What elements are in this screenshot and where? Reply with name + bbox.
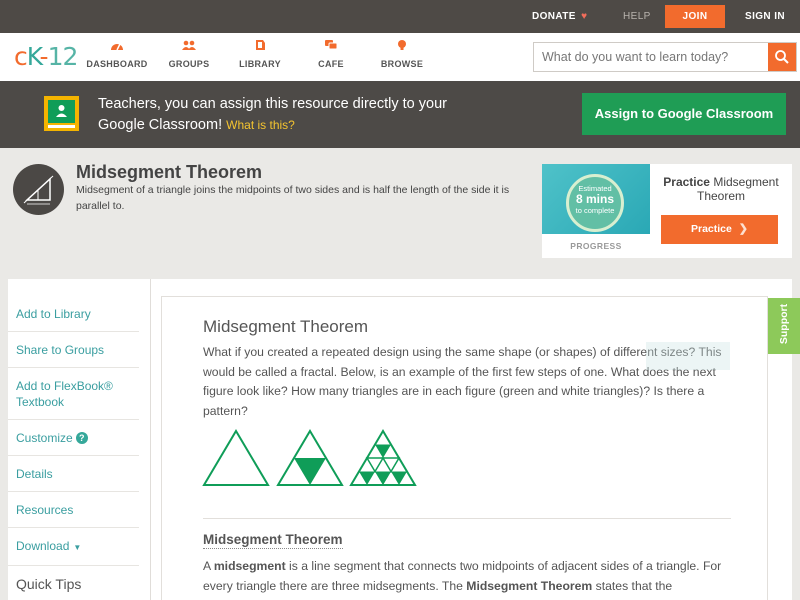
google-classroom-icon	[44, 96, 79, 131]
logo-c: c	[14, 42, 28, 71]
download-label: Download	[16, 539, 70, 553]
main-nav: cK-12 DASHBOARD GROUPS LIBRARY CAFE BROW…	[0, 33, 800, 81]
estimated-time: Estimated 8 mins to complete	[566, 184, 624, 215]
practice-card: Estimated 8 mins to complete PROGRESS Pr…	[542, 164, 792, 258]
sidebar-add-to-flexbook[interactable]: Add to FlexBook® Textbook	[8, 368, 139, 420]
practice-button-label: Practice	[690, 223, 732, 235]
search-input[interactable]	[542, 49, 762, 65]
concept-title: Midsegment Theorem	[76, 162, 263, 182]
section-divider	[203, 518, 731, 519]
search-button[interactable]	[768, 43, 796, 71]
donate-label: DONATE	[532, 11, 576, 22]
sidebar-customize[interactable]: Customize?	[8, 420, 139, 456]
triangle-ruler-icon	[23, 175, 54, 205]
google-classroom-banner: Teachers, you can assign this resource d…	[0, 81, 800, 148]
practice-button[interactable]: Practice ❯	[661, 215, 778, 244]
nav-groups[interactable]: GROUPS	[154, 39, 224, 69]
nav-dashboard[interactable]: DASHBOARD	[82, 39, 152, 69]
fractal-step-3-image	[349, 429, 417, 486]
nav-browse[interactable]: BROWSE	[367, 39, 437, 69]
help-link[interactable]: HELP	[623, 0, 651, 33]
estimated-mins: 8 mins	[575, 192, 614, 206]
fractal-step-1-image	[202, 429, 270, 486]
nav-library-label: LIBRARY	[239, 59, 281, 69]
chat-bubbles-icon	[325, 40, 338, 50]
sidebar: Add to Library Share to Groups Add to Fl…	[8, 296, 139, 592]
join-button[interactable]: JOIN	[665, 5, 725, 28]
ck12-logo[interactable]: cK-12	[14, 42, 79, 71]
help-question-icon[interactable]: ?	[75, 432, 88, 444]
section-title: Midsegment Theorem	[203, 532, 343, 549]
nav-dashboard-label: DASHBOARD	[86, 59, 148, 69]
to-complete-label: to complete	[575, 206, 615, 215]
nav-groups-label: GROUPS	[168, 59, 210, 69]
what-is-this-link[interactable]: What is this?	[226, 118, 295, 132]
fractal-step-2-image	[276, 429, 344, 486]
classroom-message: Teachers, you can assign this resource d…	[98, 94, 458, 136]
progress-label: PROGRESS	[570, 241, 622, 251]
sidebar-download[interactable]: Download ▼	[8, 528, 139, 566]
p2-e: states that the	[592, 578, 673, 593]
support-label: Support	[778, 303, 790, 345]
practice-progress-image: Estimated 8 mins to complete	[542, 164, 650, 234]
groups-icon	[182, 40, 196, 50]
practice-name-bold: Practice	[663, 175, 710, 189]
faint-overlay-toolbar	[646, 342, 730, 370]
sidebar-share-to-groups[interactable]: Share to Groups	[8, 332, 139, 368]
nav-cafe[interactable]: CAFE	[296, 39, 366, 69]
logo-dash: -	[39, 42, 49, 71]
sign-in-link[interactable]: SIGN IN	[745, 0, 785, 33]
sidebar-divider	[150, 279, 151, 600]
dashboard-icon	[111, 43, 123, 51]
nav-library[interactable]: LIBRARY	[225, 39, 295, 69]
practice-name: Practice Midsegment Theorem	[654, 175, 788, 203]
donate-link[interactable]: DONATE ♥	[532, 0, 587, 33]
assign-to-google-classroom-button[interactable]: Assign to Google Classroom	[582, 93, 786, 135]
practice-name-rest: Midsegment Theorem	[696, 175, 779, 203]
article-paragraph-2: A midsegment is a line segment that conn…	[203, 557, 733, 596]
nav-browse-label: BROWSE	[380, 59, 424, 69]
support-tab[interactable]: Support	[768, 298, 800, 354]
heart-icon: ♥	[581, 11, 588, 22]
search-icon	[775, 50, 789, 64]
search-box	[533, 42, 797, 72]
concept-icon	[13, 164, 64, 215]
logo-k: K	[26, 42, 41, 71]
sidebar-resources[interactable]: Resources	[8, 492, 139, 528]
logo-12: 12	[47, 42, 79, 71]
p2-a: A	[203, 559, 214, 573]
sidebar-details[interactable]: Details	[8, 456, 139, 492]
p2-midsegment-bold: midsegment	[213, 559, 286, 573]
nav-cafe-label: CAFE	[318, 59, 344, 69]
quick-tips-heading: Quick Tips	[16, 576, 82, 592]
concept-description: Midsegment of a triangle joins the midpo…	[76, 184, 510, 212]
classroom-teacher-icon	[56, 105, 67, 117]
library-icon	[256, 40, 265, 50]
customize-label: Customize	[16, 431, 73, 445]
chevron-right-icon: ❯	[738, 223, 748, 235]
caret-down-icon: ▼	[73, 543, 82, 552]
sidebar-add-to-library[interactable]: Add to Library	[8, 296, 139, 332]
article-title: Midsegment Theorem	[203, 317, 369, 336]
lightbulb-icon	[398, 40, 406, 50]
top-bar: DONATE ♥ HELP JOIN SIGN IN	[0, 0, 800, 33]
p2-theorem-bold: Midsegment Theorem	[466, 578, 593, 593]
